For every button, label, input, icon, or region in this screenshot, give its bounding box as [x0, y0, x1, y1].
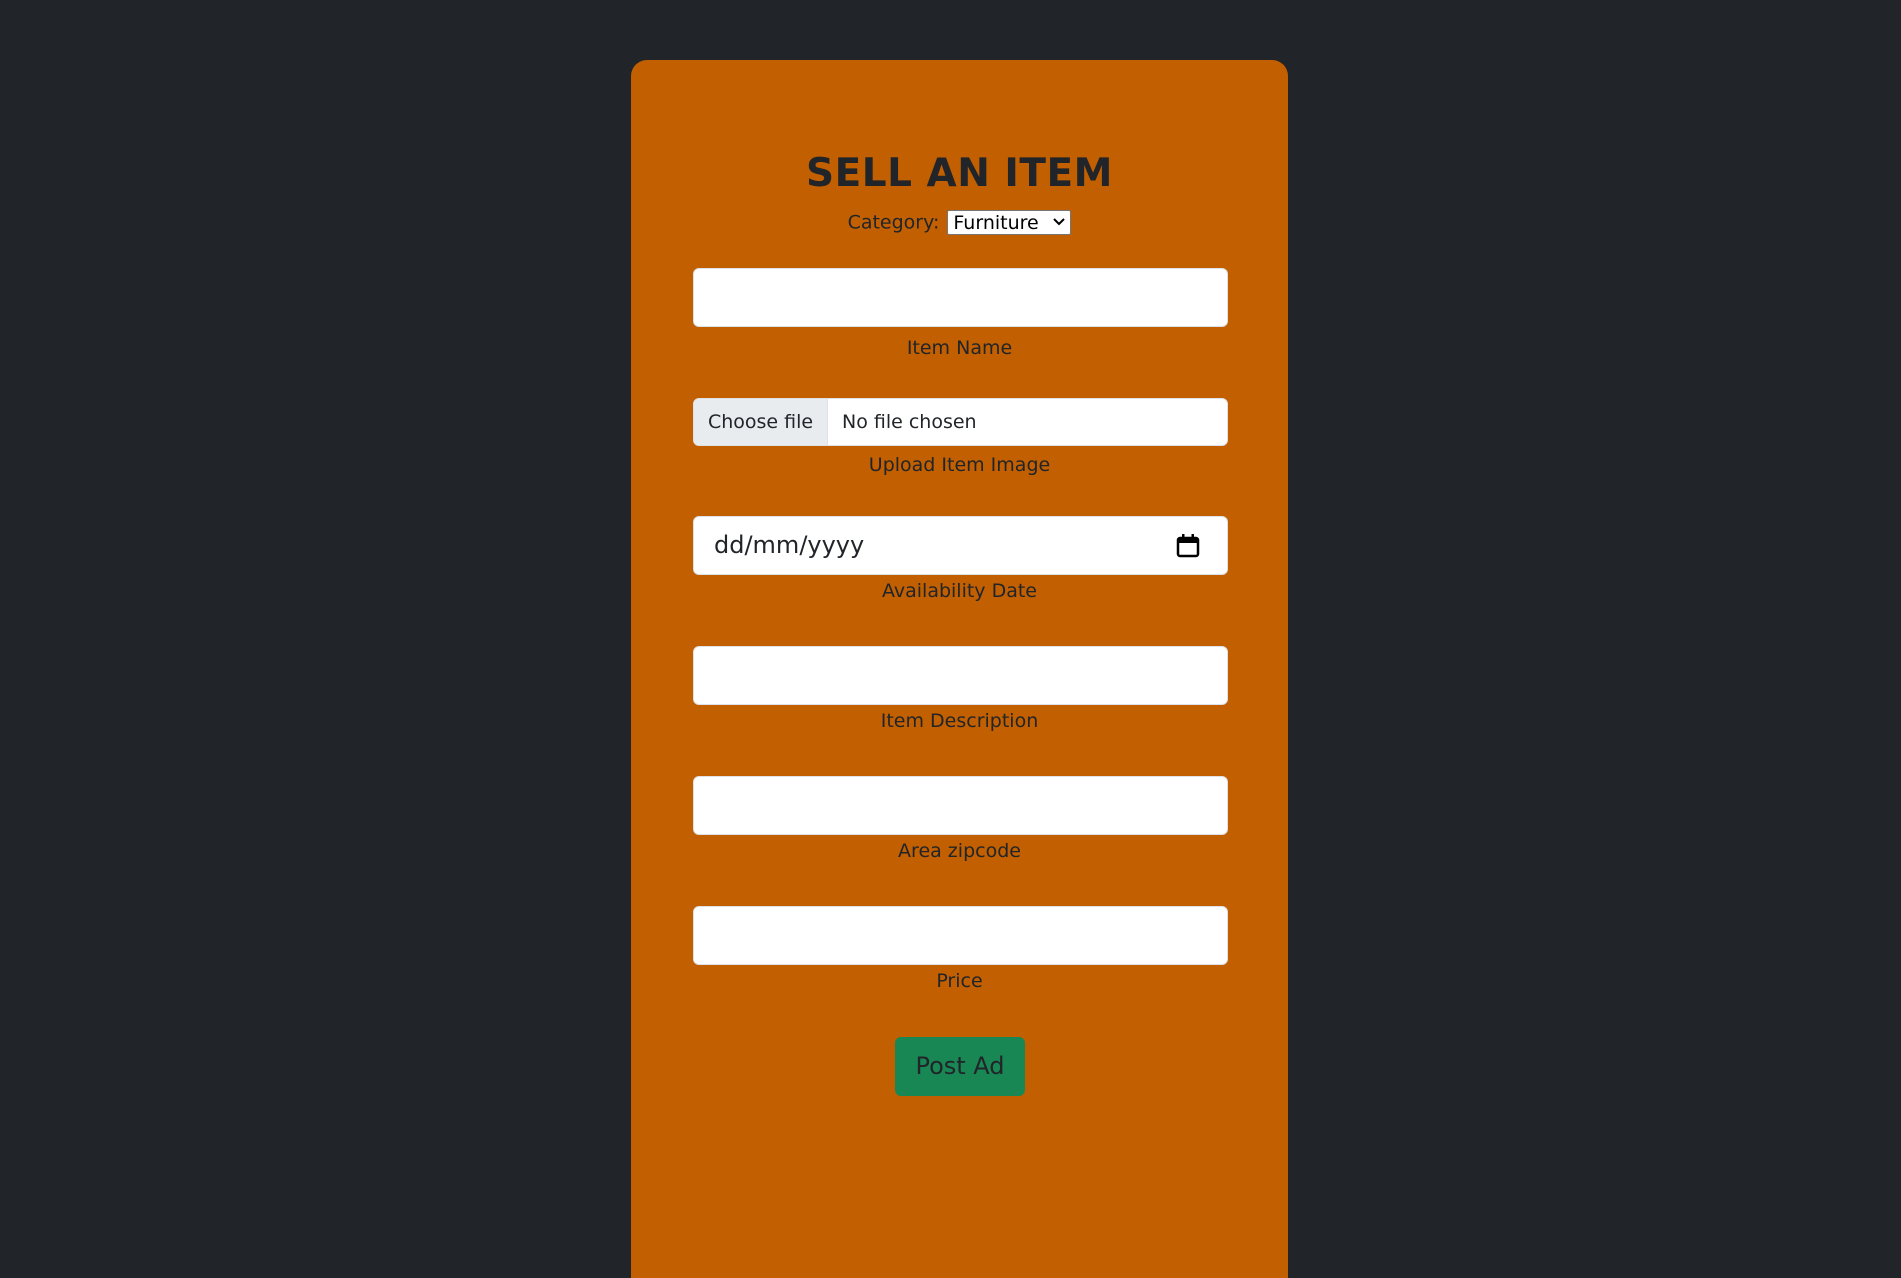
- item-name-label: Item Name: [906, 337, 1013, 359]
- file-status-text: No file chosen: [842, 411, 977, 433]
- item-name-input[interactable]: [693, 268, 1228, 327]
- area-zipcode-input[interactable]: [693, 776, 1228, 835]
- area-zipcode-label: Area zipcode: [898, 840, 1021, 862]
- page-title: SELL AN ITEM: [806, 151, 1113, 196]
- item-image-file-input[interactable]: Choose file No file chosen: [693, 398, 1228, 446]
- item-description-input[interactable]: [693, 646, 1228, 705]
- price-input[interactable]: [693, 906, 1228, 965]
- price-label: Price: [936, 970, 983, 992]
- chevron-down-icon: [1053, 211, 1066, 234]
- category-selected-value: Furniture: [953, 212, 1039, 234]
- choose-file-button[interactable]: Choose file: [694, 399, 828, 445]
- calendar-icon[interactable]: [1175, 533, 1201, 559]
- item-description-label: Item Description: [880, 710, 1039, 732]
- sell-item-card: SELL AN ITEM Category: Furniture Item Na…: [631, 60, 1288, 1278]
- category-select[interactable]: Furniture: [947, 210, 1072, 235]
- item-image-label: Upload Item Image: [868, 454, 1051, 476]
- category-row: Category: Furniture: [631, 210, 1288, 235]
- availability-date-label: Availability Date: [881, 580, 1037, 602]
- category-label: Category:: [847, 211, 940, 234]
- availability-date-input[interactable]: dd/mm/yyyy: [693, 516, 1228, 575]
- date-placeholder: dd/mm/yyyy: [714, 531, 865, 559]
- post-ad-button[interactable]: Post Ad: [895, 1037, 1025, 1096]
